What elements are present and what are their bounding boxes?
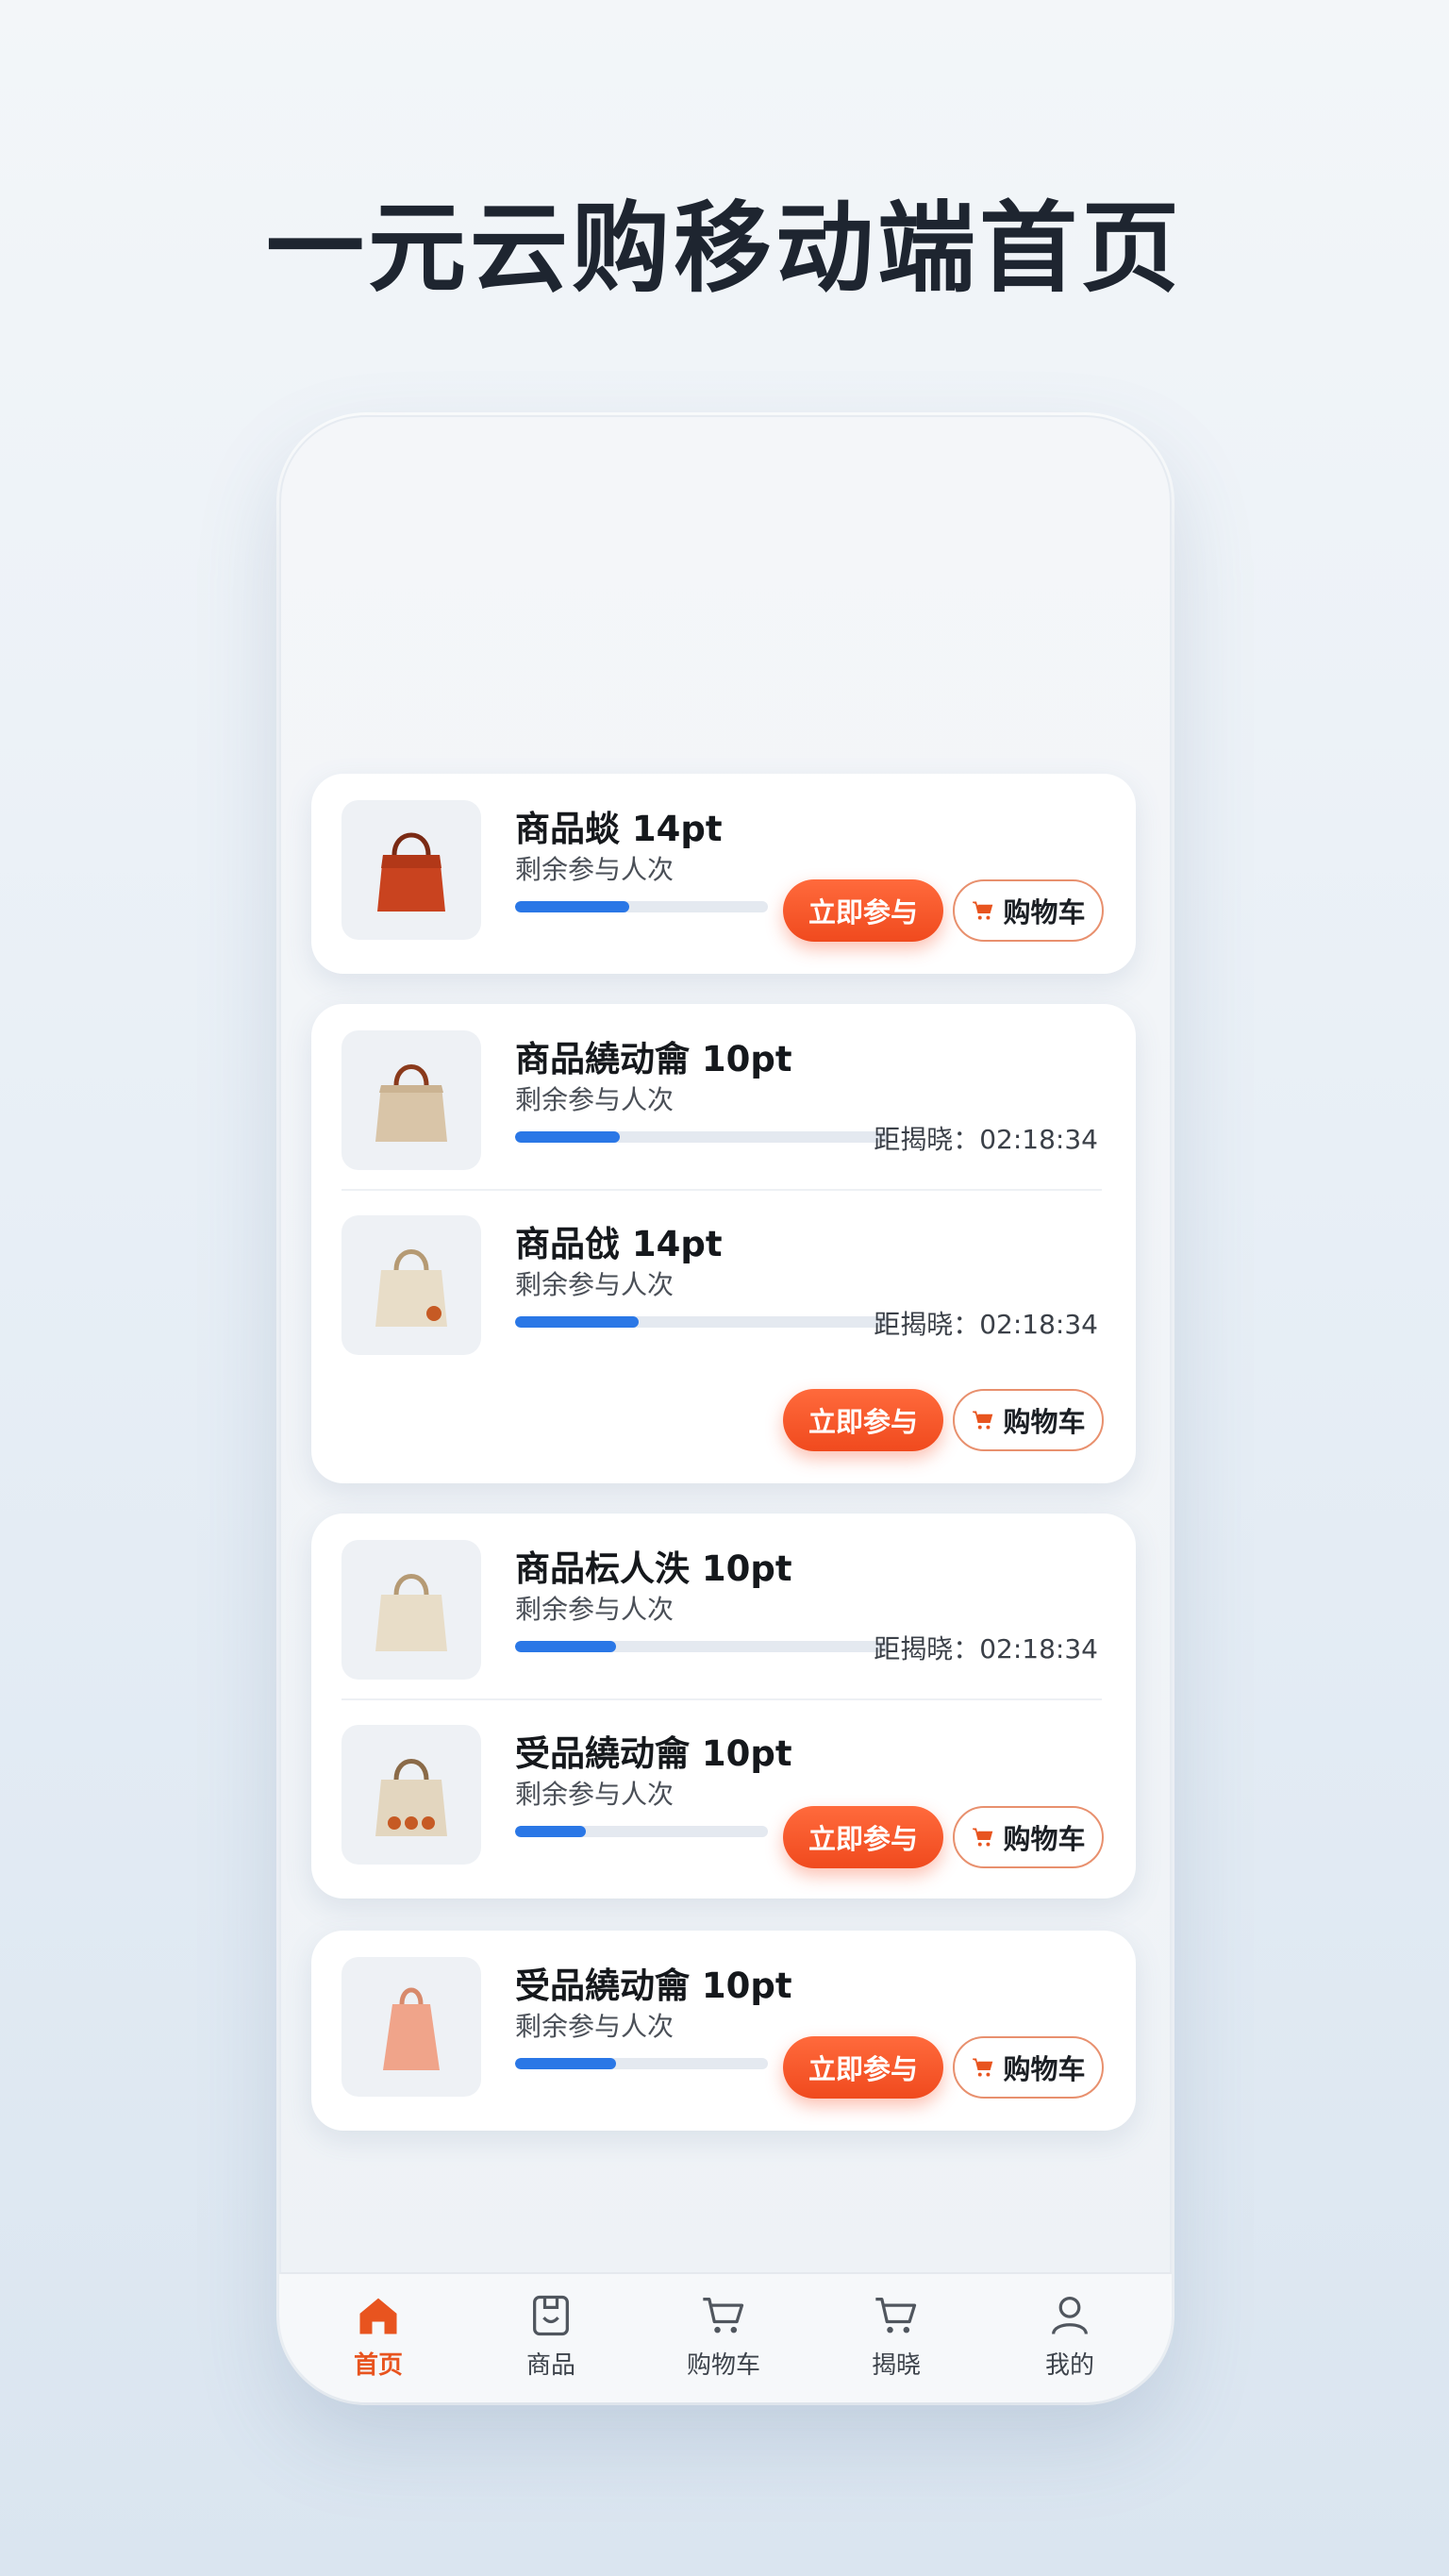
tab-home[interactable]: 首页 <box>312 2291 444 2381</box>
product-subtitle: 剩余参与人次 <box>515 2011 675 2042</box>
phone-frame: 商品䗊 14pt 剩余参与人次 立即参与 购物车 商品繞动龠 10pt 剩余参与… <box>279 415 1172 2402</box>
countdown-text: 距揭晓：02:18:34 <box>874 1633 1098 1664</box>
cart-icon <box>973 1828 993 1847</box>
tote-bag-icon <box>375 1064 447 1142</box>
product-title: 商品䗊 14pt <box>515 809 723 849</box>
cart-button-label: 购物车 <box>1003 2053 1086 2085</box>
progress-fill <box>515 1316 639 1328</box>
product-image[interactable] <box>341 1725 481 1865</box>
tab-label: 首页 <box>353 2351 403 2380</box>
product-card: 受品繞动龠 10pt 剩余参与人次 立即参与 购物车 <box>311 1931 1136 2131</box>
cart-button[interactable]: 购物车 <box>953 1806 1104 1868</box>
tab-reveal[interactable]: 揭晓 <box>830 2291 962 2381</box>
tote-bag-icon <box>375 1574 447 1651</box>
bottom-tab-bar: 首页 商品 购物车 揭晓 我的 <box>279 2272 1172 2402</box>
bag-icon <box>383 1987 440 2070</box>
cart-button-label: 购物车 <box>1003 896 1086 928</box>
product-image[interactable] <box>341 1215 481 1355</box>
tab-label: 商品 <box>525 2351 575 2380</box>
tab-label: 我的 <box>1044 2351 1094 2380</box>
product-image[interactable] <box>341 1540 481 1680</box>
progress-bar <box>515 901 768 912</box>
tote-bag-icon <box>375 1759 447 1836</box>
product-subtitle: 剩余参与人次 <box>515 1779 675 1810</box>
cart-icon <box>703 2298 744 2333</box>
product-item[interactable]: 商品戗 14pt 剩余参与人次 距揭晓：02:18:34 <box>311 1189 1136 1355</box>
progress-bar <box>515 2058 768 2069</box>
countdown-text: 距揭晓：02:18:34 <box>874 1309 1098 1340</box>
progress-fill <box>515 1826 587 1837</box>
progress-bar <box>515 1316 889 1328</box>
home-icon <box>359 2298 397 2334</box>
product-image[interactable] <box>341 1957 481 2097</box>
product-card: 商品枟人泆 10pt 剩余参与人次 距揭晓：02:18:34 受品繞动龠 10p… <box>311 1514 1136 1899</box>
product-title: 商品枟人泆 10pt <box>515 1548 792 1589</box>
product-icon <box>533 2295 569 2336</box>
join-button[interactable]: 立即参与 <box>783 2036 943 2099</box>
cart-button[interactable]: 购物车 <box>953 1389 1104 1451</box>
countdown-text: 距揭晓：02:18:34 <box>874 1124 1098 1155</box>
product-card: 商品䗊 14pt 剩余参与人次 立即参与 购物车 <box>311 774 1136 974</box>
product-subtitle: 剩余参与人次 <box>515 1594 675 1625</box>
progress-bar <box>515 1826 768 1837</box>
product-title: 商品戗 14pt <box>515 1224 723 1264</box>
product-title: 受品繞动龠 10pt <box>515 1965 792 2006</box>
tab-label: 购物车 <box>686 2351 760 2380</box>
page-title: 一元云购移动端首页 <box>265 191 1183 306</box>
product-title: 受品繞动龠 10pt <box>515 1733 792 1774</box>
user-icon <box>1052 2296 1088 2335</box>
progress-bar <box>515 1641 889 1652</box>
cart-button[interactable]: 购物车 <box>953 2036 1104 2099</box>
tab-cart[interactable]: 购物车 <box>658 2291 790 2381</box>
product-image[interactable] <box>341 800 481 940</box>
join-button[interactable]: 立即参与 <box>783 1806 943 1868</box>
progress-fill <box>515 1641 616 1652</box>
join-button[interactable]: 立即参与 <box>783 1389 943 1451</box>
cart-icon <box>875 2298 917 2333</box>
cart-icon <box>973 2058 993 2077</box>
progress-bar <box>515 1131 889 1143</box>
tote-bag-icon <box>375 1249 447 1327</box>
tab-profile[interactable]: 我的 <box>1004 2291 1136 2381</box>
join-button[interactable]: 立即参与 <box>783 879 943 942</box>
progress-fill <box>515 2058 617 2069</box>
product-title: 商品繞动龠 10pt <box>515 1039 792 1079</box>
cart-icon <box>973 1411 993 1430</box>
product-subtitle: 剩余参与人次 <box>515 1269 675 1300</box>
tote-bag-icon <box>377 832 445 912</box>
cart-button-label: 购物车 <box>1003 1823 1086 1855</box>
product-image[interactable] <box>341 1030 481 1170</box>
product-item[interactable]: 商品繞动龠 10pt 剩余参与人次 距揭晓：02:18:34 <box>311 1004 1136 1170</box>
product-card: 商品繞动龠 10pt 剩余参与人次 距揭晓：02:18:34 商品戗 14pt … <box>311 1004 1136 1483</box>
tab-label: 揭晓 <box>871 2351 921 2380</box>
product-item[interactable]: 商品枟人泆 10pt 剩余参与人次 距揭晓：02:18:34 <box>311 1514 1136 1680</box>
cart-icon <box>973 901 993 920</box>
cart-button-label: 购物车 <box>1003 1406 1086 1438</box>
product-subtitle: 剩余参与人次 <box>515 854 675 885</box>
tab-products[interactable]: 商品 <box>485 2291 617 2381</box>
cart-button[interactable]: 购物车 <box>953 879 1104 942</box>
product-subtitle: 剩余参与人次 <box>515 1084 675 1115</box>
progress-fill <box>515 1131 620 1143</box>
progress-fill <box>515 901 629 912</box>
